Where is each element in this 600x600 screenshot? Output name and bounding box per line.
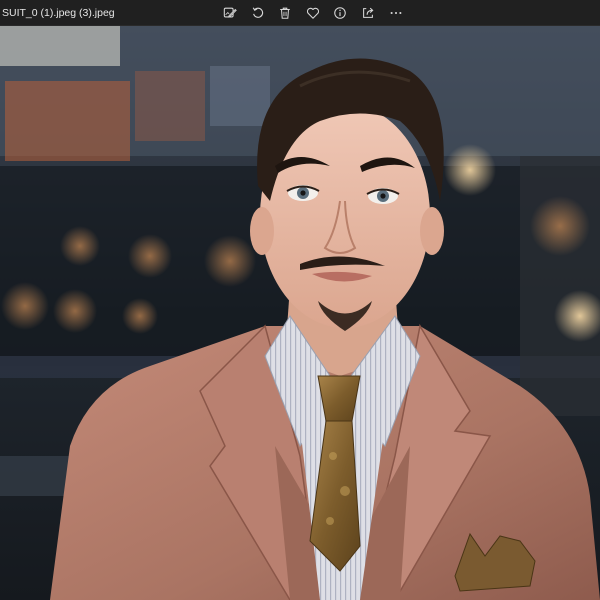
- more-options-button[interactable]: [385, 2, 407, 24]
- file-name: SUIT_0 (1).jpeg (3).jpeg: [2, 7, 115, 19]
- heart-icon: [306, 7, 319, 19]
- edit-image-button[interactable]: [219, 2, 241, 24]
- rotate-icon: [252, 7, 263, 18]
- info-icon: [334, 7, 347, 19]
- file-info-button[interactable]: [329, 2, 351, 24]
- delete-button[interactable]: [274, 2, 296, 24]
- viewer-toolbar: SUIT_0 (1).jpeg (3).jpeg: [0, 0, 600, 26]
- more-icon: [390, 11, 401, 15]
- favorite-button[interactable]: [302, 2, 324, 24]
- rotate-button[interactable]: [247, 2, 269, 24]
- photo-viewer-window: SUIT_0 (1).jpeg (3).jpeg: [0, 0, 600, 600]
- displayed-photo[interactable]: [0, 26, 600, 600]
- share-icon: [363, 7, 374, 18]
- trash-icon: [280, 7, 290, 19]
- edit-image-icon: [223, 7, 237, 18]
- share-button[interactable]: [357, 2, 379, 24]
- portrait-man-in-suit-image: [0, 26, 600, 600]
- toolbar-actions: [219, 0, 412, 26]
